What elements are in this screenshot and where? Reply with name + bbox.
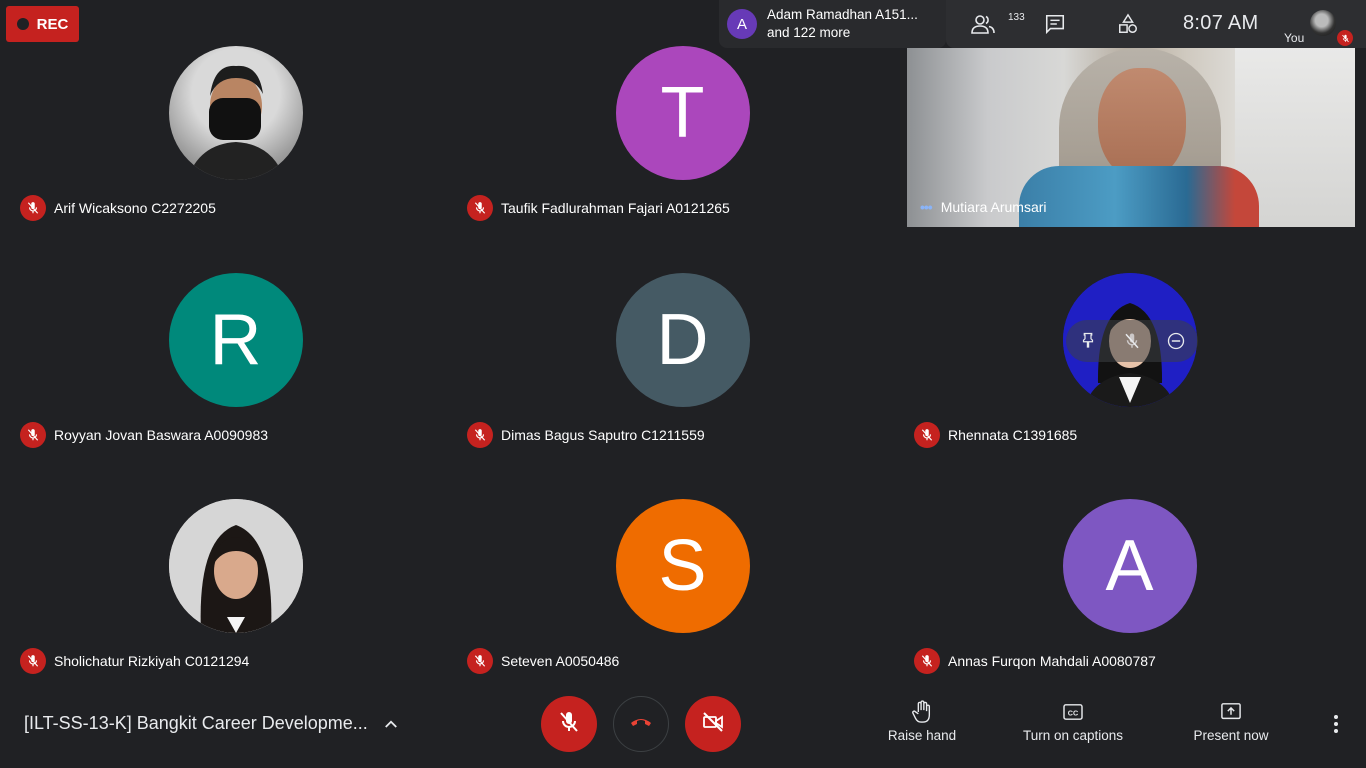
mic-off-icon: [20, 648, 46, 674]
participant-name: Seteven A0050486: [501, 653, 620, 669]
video-face: [1098, 68, 1186, 180]
participant-name: Dimas Bagus Saputro C1211559: [501, 427, 705, 443]
hand-icon: [882, 700, 962, 724]
present-screen-icon: [1188, 700, 1274, 724]
self-avatar[interactable]: [1310, 10, 1336, 36]
svg-text:CC: CC: [1068, 709, 1078, 718]
mic-off-icon: [467, 648, 493, 674]
hang-up-icon: [629, 710, 653, 739]
presenter-chip[interactable]: A Adam Ramadhan A151... and 122 more: [719, 0, 946, 48]
closed-captions-icon: CC: [1016, 700, 1130, 724]
participant-name-row: Dimas Bagus Saputro C1211559: [467, 422, 705, 448]
meeting-stage: Arif Wicaksono C2272205 T Taufik Fadlura…: [0, 0, 1366, 768]
participant-avatar: S: [615, 499, 750, 633]
microphone-toggle-button[interactable]: [541, 696, 597, 752]
recording-label: REC: [36, 15, 69, 33]
recording-badge[interactable]: REC: [6, 6, 79, 42]
chevron-up-icon[interactable]: [382, 715, 400, 733]
participant-name: Sholichatur Rizkiyah C0121294: [54, 653, 250, 669]
present-now-button[interactable]: Present now: [1188, 700, 1274, 743]
participant-tile[interactable]: A Annas Furqon Mahdali A0080787: [906, 453, 1353, 680]
mute-participant-icon[interactable]: [1122, 331, 1142, 351]
mic-off-icon: [20, 422, 46, 448]
participant-photo: [168, 46, 303, 180]
mic-off-icon: [914, 648, 940, 674]
participant-avatar: R: [168, 273, 303, 407]
participant-name: Arif Wicaksono C2272205: [54, 200, 216, 216]
captions-label: Turn on captions: [1022, 728, 1124, 743]
clock: 8:07 AM: [1183, 12, 1259, 34]
top-bar: A Adam Ramadhan A151... and 122 more 133…: [719, 0, 1366, 48]
raise-hand-button[interactable]: Raise hand: [882, 700, 962, 743]
leave-call-button[interactable]: [613, 696, 669, 752]
participant-tile[interactable]: R Royyan Jovan Baswara A0090983: [12, 227, 459, 454]
video-shirt: [1019, 166, 1259, 227]
participant-tile[interactable]: D Dimas Bagus Saputro C1211559: [459, 227, 906, 454]
participant-name: Taufik Fadlurahman Fajari A0121265: [501, 200, 730, 216]
present-now-label: Present now: [1193, 728, 1269, 743]
participant-name: Mutiara Arumsari: [940, 199, 1047, 215]
mic-off-icon: [20, 195, 46, 221]
people-icon[interactable]: [970, 12, 996, 36]
presenter-text: Adam Ramadhan A151... and 122 more: [767, 6, 918, 42]
camera-off-icon: [701, 710, 725, 739]
participant-name-row: Rhennata C1391685: [914, 422, 1077, 448]
participant-name: Annas Furqon Mahdali A0080787: [948, 653, 1156, 669]
participant-name-row: Royyan Jovan Baswara A0090983: [20, 422, 268, 448]
mic-off-icon: [557, 710, 581, 739]
pin-icon[interactable]: [1078, 331, 1098, 351]
participant-name: Royyan Jovan Baswara A0090983: [54, 427, 269, 443]
participant-name: Rhennata C1391685: [948, 427, 1078, 443]
speaking-indicator-icon: •••: [920, 199, 933, 215]
record-dot-icon: [16, 18, 29, 30]
participant-name-row: Sholichatur Rizkiyah C0121294: [20, 648, 249, 674]
remove-participant-icon[interactable]: [1166, 331, 1186, 351]
presenter-name: Adam Ramadhan A151...: [767, 7, 918, 22]
presenter-avatar: A: [727, 9, 757, 39]
top-right-panel: 133 8:07 AM You: [946, 0, 1366, 48]
participant-name-row: Arif Wicaksono C2272205: [20, 195, 216, 221]
participant-name-row: Seteven A0050486: [467, 648, 619, 674]
participant-name-row: Annas Furqon Mahdali A0080787: [914, 648, 1156, 674]
chat-icon[interactable]: [1042, 12, 1068, 36]
participant-avatar: D: [615, 273, 750, 407]
more-options-icon[interactable]: [1324, 712, 1348, 736]
self-label: You: [1284, 31, 1305, 45]
mic-off-icon: [914, 422, 940, 448]
participant-tile[interactable]: S Seteven A0050486: [459, 453, 906, 680]
camera-toggle-button[interactable]: [685, 696, 741, 752]
participant-name-row: Taufik Fadlurahman Fajari A0121265: [467, 195, 730, 221]
participant-tile[interactable]: Sholichatur Rizkiyah C0121294: [12, 453, 459, 680]
raise-hand-label: Raise hand: [887, 728, 957, 743]
activities-icon[interactable]: [1115, 12, 1141, 36]
meeting-title[interactable]: [ILT-SS-13-K] Bangkit Career Developme..…: [24, 713, 368, 734]
participant-avatar: T: [615, 46, 750, 180]
participant-avatar: A: [1062, 499, 1197, 633]
mic-off-icon: [467, 422, 493, 448]
mic-off-icon: [467, 195, 493, 221]
self-mic-off-icon: [1337, 30, 1353, 46]
captions-button[interactable]: CC Turn on captions: [1016, 700, 1130, 743]
tile-hover-controls: [1066, 320, 1198, 362]
participant-photo: [168, 499, 303, 633]
participant-count: 133: [1008, 12, 1025, 23]
presenter-more: and 122 more: [767, 25, 851, 40]
bottom-control-bar: [ILT-SS-13-K] Bangkit Career Developme..…: [0, 680, 1366, 768]
participant-tile[interactable]: Arif Wicaksono C2272205: [12, 0, 459, 227]
participant-name-row: ••• Mutiara Arumsari: [920, 199, 1047, 215]
